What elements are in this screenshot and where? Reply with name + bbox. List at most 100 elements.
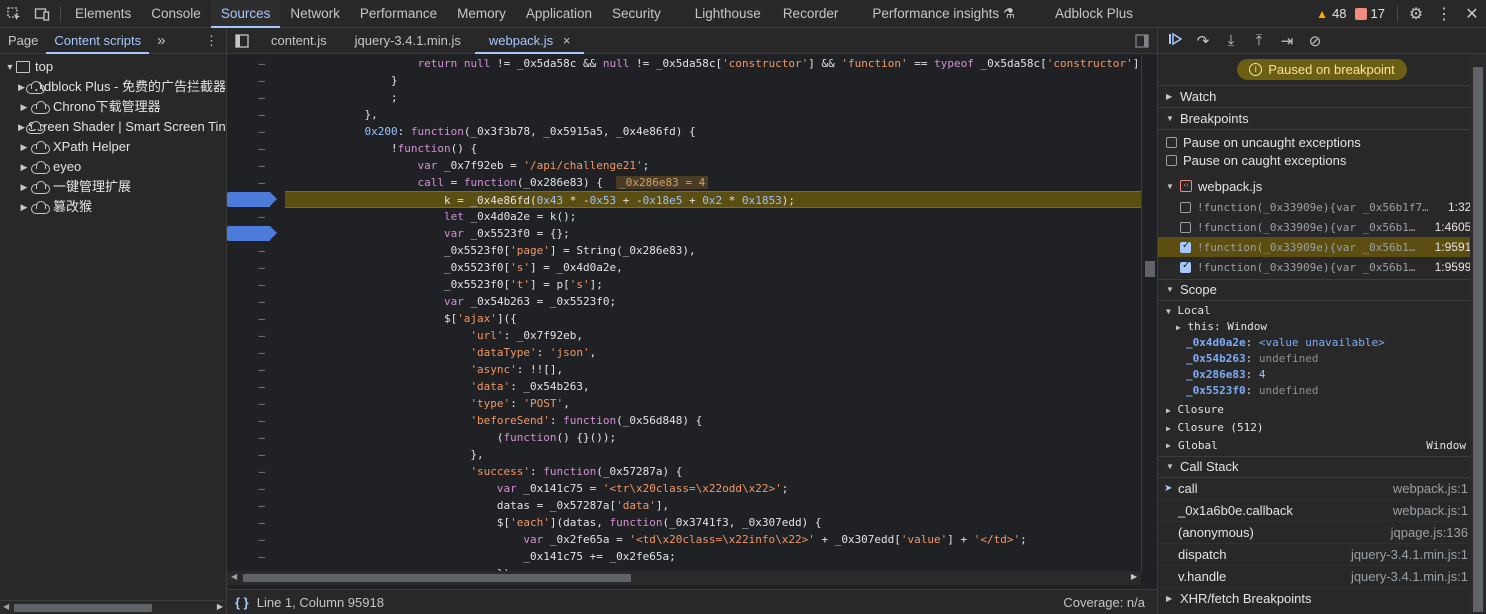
scrollbar-thumb[interactable] xyxy=(1145,261,1155,277)
scope-this[interactable]: ▶ this: Window xyxy=(1158,319,1486,335)
navigator-horizontal-scrollbar[interactable]: ◀ ▶ xyxy=(0,600,226,614)
code-line[interactable]: let _0x4d0a2e = k(); xyxy=(285,208,1145,225)
breakpoint-marker[interactable] xyxy=(227,226,277,241)
pause-caught-option[interactable]: Pause on caught exceptions xyxy=(1158,151,1486,169)
code-line[interactable]: 'data': _0x54b263, xyxy=(285,378,1145,395)
code-line-paused[interactable]: k = _0x4e86fd(0x43 * -0x53 + -0x18e5 + 0… xyxy=(285,191,1145,208)
code-line[interactable]: 'url': _0x7f92eb, xyxy=(285,327,1145,344)
warnings-badge[interactable]: ▲ 48 xyxy=(1316,6,1346,21)
scope-global[interactable]: ▶ Global Window xyxy=(1158,438,1486,454)
line-number[interactable]: – xyxy=(227,106,283,123)
editor-tab-jquery[interactable]: jquery-3.4.1.min.js xyxy=(341,28,475,54)
editor-vertical-scrollbar[interactable] xyxy=(1141,55,1157,571)
breakpoint-marker[interactable] xyxy=(227,192,277,207)
editor-horizontal-scrollbar[interactable]: ◀ ▶ xyxy=(227,571,1141,585)
close-devtools-icon[interactable]: ✕ xyxy=(1458,0,1486,28)
editor-tab-content-js[interactable]: content.js xyxy=(257,28,341,54)
tab-sources[interactable]: Sources xyxy=(210,0,281,28)
code-line[interactable]: call = function(_0x286e83) { _0x286e83 =… xyxy=(285,174,1145,191)
line-number[interactable]: – xyxy=(227,395,283,412)
line-number[interactable]: – xyxy=(227,361,283,378)
code-line[interactable]: 'type': 'POST', xyxy=(285,395,1145,412)
call-frame[interactable]: (anonymous) jqpage.js:136 xyxy=(1158,522,1486,544)
tab-performance-insights[interactable]: Performance insights ⚗ xyxy=(848,0,1025,28)
tree-item-top[interactable]: ▼ top xyxy=(0,57,226,77)
call-frame-location[interactable]: jquery-3.4.1.min.js:1 xyxy=(1351,547,1486,562)
breakpoint-checkbox[interactable] xyxy=(1180,221,1191,233)
line-number[interactable]: – xyxy=(227,463,283,480)
tree-item-extension[interactable]: ▶ Screen Shader | Smart Screen Tinting xyxy=(0,117,226,137)
code-line[interactable]: !function() { xyxy=(285,140,1145,157)
tab-adblock-plus[interactable]: Adblock Plus xyxy=(1025,0,1143,28)
code-line[interactable]: var _0x5523f0 = {}; xyxy=(285,225,1145,242)
code-line[interactable]: }, xyxy=(285,106,1145,123)
breakpoint-checkbox[interactable] xyxy=(1180,260,1191,273)
checkbox[interactable] xyxy=(1166,154,1177,166)
code-line[interactable]: _0x141c75 += _0x2fe65a; xyxy=(285,548,1145,565)
inspect-element-icon[interactable] xyxy=(0,0,28,28)
code-line[interactable]: }, xyxy=(285,446,1145,463)
tab-recorder[interactable]: Recorder xyxy=(771,0,849,28)
line-number[interactable]: – xyxy=(227,55,283,72)
code-line[interactable]: $['each'](datas, function(_0x3741f3, _0x… xyxy=(285,514,1145,531)
step-icon[interactable]: ⇥ xyxy=(1278,32,1296,50)
line-number[interactable]: – xyxy=(227,412,283,429)
pretty-print-icon[interactable]: { } xyxy=(227,595,257,610)
scope-variable[interactable]: _0x5523f0: undefined xyxy=(1158,383,1486,399)
tab-elements[interactable]: Elements xyxy=(65,0,141,28)
line-number[interactable]: – xyxy=(227,446,283,463)
scope-closure-512[interactable]: ▶ Closure (512) xyxy=(1158,420,1486,436)
tree-item-extension[interactable]: ▶ eyeo xyxy=(0,157,226,177)
line-number[interactable]: – xyxy=(227,140,283,157)
tab-performance[interactable]: Performance xyxy=(350,0,447,28)
tree-item-extension[interactable]: ▶ Adblock Plus - 免费的广告拦截器 xyxy=(0,77,226,97)
code-line[interactable]: var _0x141c75 = '<tr\x20class=\x22odd\x2… xyxy=(285,480,1145,497)
line-number[interactable]: – xyxy=(227,497,283,514)
call-frame[interactable]: v.handle jquery-3.4.1.min.js:1 xyxy=(1158,566,1486,588)
scroll-left-icon[interactable]: ◀ xyxy=(231,572,237,581)
tab-network[interactable]: Network xyxy=(280,0,350,28)
line-number[interactable]: – xyxy=(227,208,283,225)
line-number[interactable]: – xyxy=(227,293,283,310)
breakpoint-checkbox[interactable] xyxy=(1180,240,1191,253)
code-line[interactable]: 'beforeSend': function(_0x56d848) { xyxy=(285,412,1145,429)
scroll-left-icon[interactable]: ◀ xyxy=(3,602,9,611)
tree-item-extension[interactable]: ▶ XPath Helper xyxy=(0,137,226,157)
toggle-navigator-icon[interactable] xyxy=(227,27,257,55)
code-line[interactable]: datas = _0x57287a['data'], xyxy=(285,497,1145,514)
line-number[interactable]: – xyxy=(227,344,283,361)
tab-console[interactable]: Console xyxy=(141,0,211,28)
step-over-icon[interactable]: ↷ xyxy=(1194,32,1212,50)
tab-application[interactable]: Application xyxy=(516,0,602,28)
line-number[interactable]: – xyxy=(227,259,283,276)
code-line[interactable]: 'async': !![], xyxy=(285,361,1145,378)
call-frame[interactable]: dispatch jquery-3.4.1.min.js:1 xyxy=(1158,544,1486,566)
scope-variable[interactable]: _0x54b263: undefined xyxy=(1158,351,1486,367)
line-number[interactable]: – xyxy=(227,327,283,344)
code-line[interactable]: 'success': function(_0x57287a) { xyxy=(285,463,1145,480)
scrollbar-thumb[interactable] xyxy=(243,574,631,582)
tree-item-extension[interactable]: ▶ 篡改猴 xyxy=(0,197,226,217)
tab-page[interactable]: Page xyxy=(0,28,46,54)
scope-local[interactable]: ▼ Local xyxy=(1158,303,1486,319)
scroll-right-icon[interactable]: ▶ xyxy=(217,602,223,611)
code-line[interactable]: return null != _0x5da58c && null != _0x5… xyxy=(285,55,1157,72)
line-number[interactable]: – xyxy=(227,89,283,106)
more-menu-icon[interactable]: ⋮ xyxy=(1430,0,1458,28)
code-line[interactable]: 'dataType': 'json', xyxy=(285,344,1145,361)
xhr-breakpoints-section-header[interactable]: ▶ XHR/fetch Breakpoints xyxy=(1158,588,1486,610)
line-number[interactable]: – xyxy=(227,514,283,531)
code-line[interactable]: $['ajax']({ xyxy=(285,310,1145,327)
code-line[interactable]: var _0x2fe65a = '<td\x20class=\x22info\x… xyxy=(285,531,1145,548)
code-line[interactable]: _0x5523f0['s'] = _0x4d0a2e, xyxy=(285,259,1145,276)
breakpoints-section-header[interactable]: ▼ Breakpoints xyxy=(1158,108,1486,130)
line-number[interactable]: – xyxy=(227,548,283,565)
errors-badge[interactable]: 17 xyxy=(1354,6,1385,21)
scrollbar-thumb[interactable] xyxy=(1473,67,1483,612)
breakpoint-checkbox[interactable] xyxy=(1180,201,1191,213)
debugger-vertical-scrollbar[interactable] xyxy=(1470,55,1486,614)
tab-content-scripts[interactable]: Content scripts xyxy=(46,28,150,54)
breakpoint-item[interactable]: !function(_0x33909e){var _0x56b1f7… 1:32… xyxy=(1158,197,1486,217)
scope-section-header[interactable]: ▼ Scope xyxy=(1158,279,1486,301)
tab-security[interactable]: Security xyxy=(602,0,671,28)
